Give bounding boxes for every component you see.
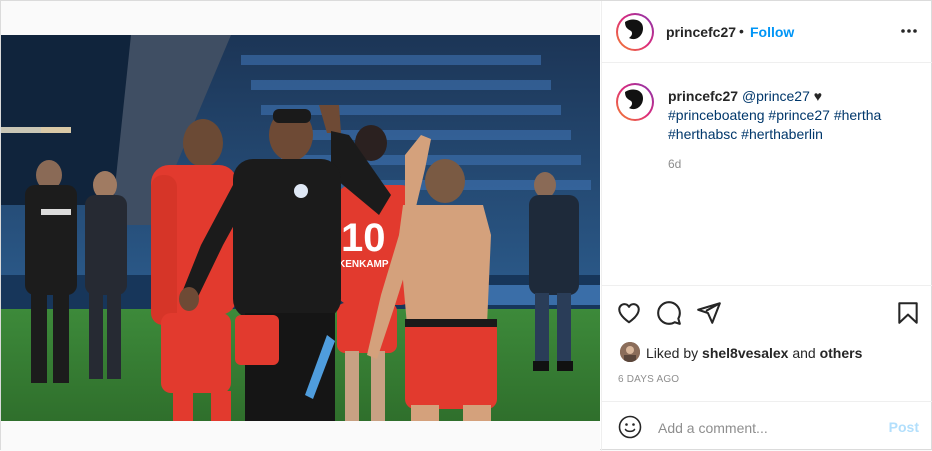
follow-button[interactable]: Follow — [750, 24, 794, 40]
hashtag[interactable]: #herthabsc — [668, 126, 737, 142]
liked-by-text: Liked by shel8vesalex and others — [646, 345, 863, 361]
share-icon[interactable] — [696, 300, 722, 326]
caption-mention[interactable]: @prince27 — [742, 88, 810, 104]
photo-illustration: 10 KENKAMP — [1, 35, 600, 421]
post-caption: princefc27 @prince27 ♥ #princeboateng #p… — [668, 87, 908, 144]
hashtag[interactable]: #princeboateng — [668, 107, 765, 123]
post-date[interactable]: 6 DAYS AGO — [618, 374, 679, 385]
hashtag[interactable]: #herthaberlin — [741, 126, 823, 142]
header-separator: • — [739, 23, 744, 39]
bookmark-icon[interactable] — [895, 300, 921, 326]
caption-author-avatar[interactable] — [616, 83, 654, 121]
instagram-post: 10 KENKAMP princefc27 • Follow princefc2… — [0, 0, 932, 451]
liker-avatar[interactable] — [620, 342, 640, 362]
comment-icon[interactable] — [656, 300, 682, 326]
post-actions: Liked by shel8vesalex and others 6 DAYS … — [602, 285, 932, 401]
liker-username[interactable]: shel8vesalex — [702, 345, 788, 361]
post-photo[interactable]: 10 KENKAMP — [1, 35, 600, 421]
avatar-logo-icon — [625, 89, 643, 110]
hashtag[interactable]: #hertha — [834, 107, 881, 123]
post-comment-button[interactable]: Post — [889, 419, 919, 435]
jersey-name: KENKAMP — [338, 259, 389, 270]
likes-others-link[interactable]: others — [820, 345, 863, 361]
emoji-icon[interactable] — [618, 415, 642, 439]
post-header: princefc27 • Follow — [602, 1, 932, 63]
post-media: 10 KENKAMP — [1, 1, 600, 451]
author-avatar[interactable] — [616, 13, 654, 51]
author-username[interactable]: princefc27 — [666, 24, 736, 40]
post-side-panel: princefc27 • Follow princefc27 @prince27… — [601, 1, 932, 451]
caption-username[interactable]: princefc27 — [668, 88, 738, 104]
heart-emoji: ♥ — [813, 88, 823, 104]
jersey-number: 10 — [341, 216, 386, 260]
heart-icon[interactable] — [616, 300, 642, 326]
more-horizontal-icon[interactable] — [899, 21, 919, 41]
comment-bar: Post — [602, 401, 932, 451]
caption-time-ago[interactable]: 6d — [668, 157, 681, 171]
comment-input[interactable] — [656, 416, 880, 440]
avatar-logo-icon — [625, 19, 643, 40]
hashtag[interactable]: #prince27 — [768, 107, 830, 123]
